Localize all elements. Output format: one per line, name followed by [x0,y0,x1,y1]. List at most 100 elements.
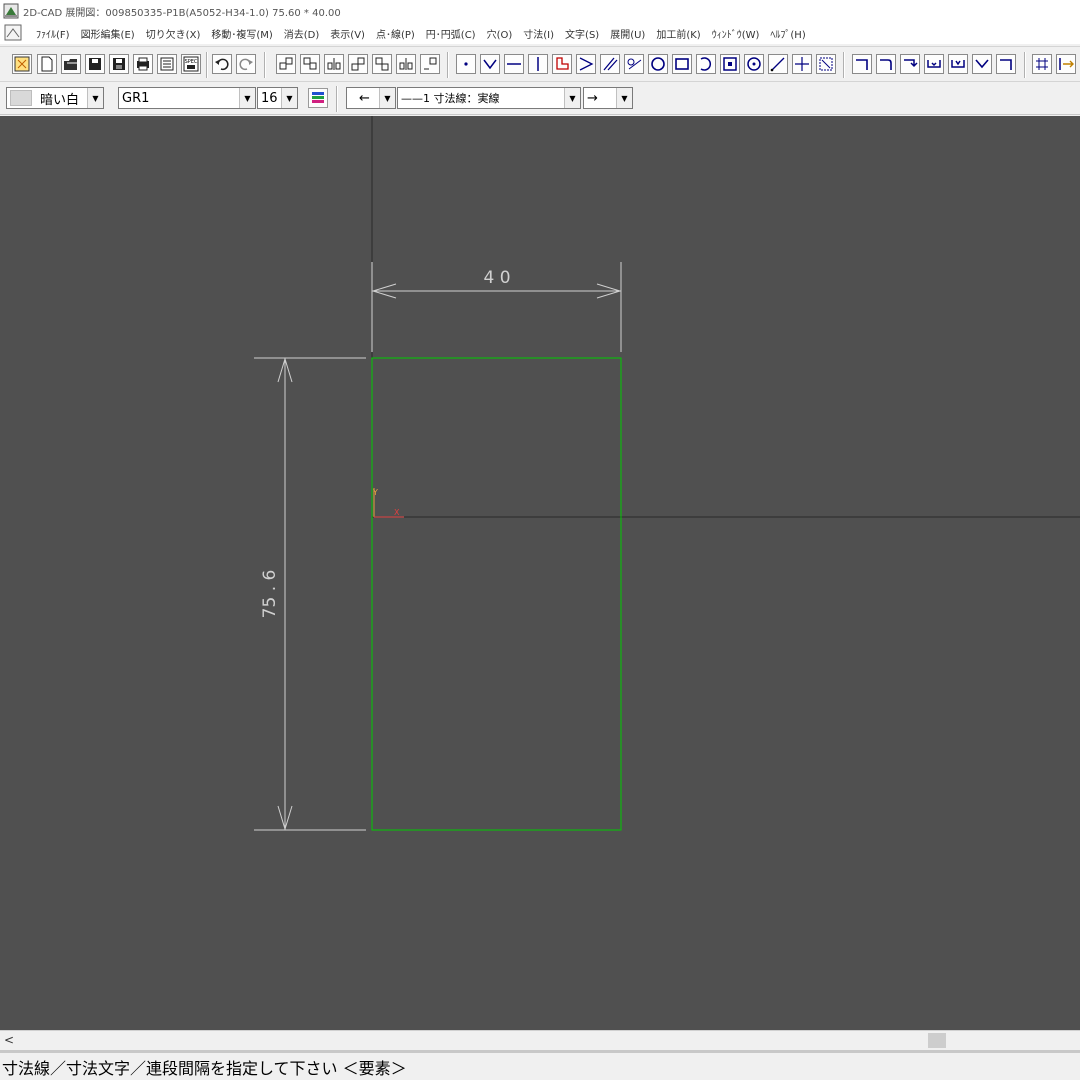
origin-y-label: Y [372,488,378,497]
v-bend-icon[interactable] [972,54,992,74]
horizontal-line-icon[interactable] [504,54,524,74]
save-as-icon[interactable] [109,54,129,74]
main-toolbar: SPEC [0,46,1080,82]
dimension-width[interactable]: 4 0 [371,262,622,352]
point-icon[interactable] [456,54,476,74]
layer-select[interactable]: GR1 ▼ [118,87,256,109]
origin-x-label: X [394,508,400,517]
copy-down-icon[interactable] [300,54,320,74]
circle-icon[interactable] [648,54,668,74]
toolbar-separator [264,52,266,78]
arrow-end-value: → [587,90,598,106]
toolbar-separator [447,52,449,78]
redo-icon[interactable] [236,54,256,74]
linetype-select[interactable]: ——1 寸法線：実線 ▼ [397,87,581,109]
title-bar: 2D-CAD 展開図：009850335-P1B(A5052-H34-1.0) … [0,0,1080,22]
move-down-icon[interactable] [372,54,392,74]
part-outline[interactable] [371,357,622,831]
open-folder-icon[interactable] [61,54,81,74]
app-logo-icon [3,3,19,19]
chevron-down-icon[interactable]: ▼ [281,88,297,108]
linetype-value: ——1 寸法線：実線 [401,92,500,105]
property-toolbar: 暗い白 ▼ GR1 ▼ 16 ▼ ← ▼ ——1 寸法線：実線 ▼ → ▼ [0,83,1080,115]
grid-snap-icon[interactable] [1032,54,1052,74]
menu-shape-edit[interactable]: 図形編集(E) [81,26,135,41]
color-swatch [10,90,32,106]
tangent-line-icon[interactable] [624,54,644,74]
menu-point-line[interactable]: 点･線(P) [376,26,415,41]
scroll-left-icon[interactable]: < [4,1033,14,1047]
corner-line-icon[interactable] [552,54,572,74]
layer-select-value: GR1 [122,90,150,106]
arc-icon[interactable] [696,54,716,74]
pen-number-select[interactable]: 16 ▼ [257,87,298,109]
round-hole-icon[interactable] [744,54,764,74]
toolbar-separator [1024,52,1026,78]
chevron-down-icon[interactable]: ▼ [87,88,103,108]
menu-file[interactable]: ﾌｧｲﾙ(F) [36,26,70,41]
bend-offset-icon[interactable] [900,54,920,74]
scrollbar-thumb[interactable] [928,1033,946,1048]
vertical-line-icon[interactable] [528,54,548,74]
arrow-end-select[interactable]: → ▼ [583,87,633,109]
undo-icon[interactable] [212,54,232,74]
extend-icon[interactable] [1056,54,1076,74]
color-select[interactable]: 暗い白 ▼ [6,87,104,109]
save-icon[interactable] [85,54,105,74]
parallel-line-icon[interactable] [600,54,620,74]
menu-text[interactable]: 文字(S) [565,26,599,41]
chevron-down-icon[interactable]: ▼ [564,88,580,108]
color-select-value: 暗い白 [40,92,80,108]
toolbar-separator [206,52,208,78]
crosshair-icon[interactable] [792,54,812,74]
diagonal-line-icon[interactable] [768,54,788,74]
menu-unfold[interactable]: 展開(U) [610,26,645,41]
print-preview-icon[interactable] [157,54,177,74]
arrow-start-select[interactable]: ← ▼ [346,87,396,109]
dimension-width-label: 4 0 [483,268,510,288]
bend-round-icon[interactable] [876,54,896,74]
chevron-down-icon[interactable]: ▼ [616,88,632,108]
polyline-icon[interactable] [480,54,500,74]
chevron-down-icon[interactable]: ▼ [379,88,395,108]
menu-move-copy[interactable]: 移動･複写(M) [211,26,272,41]
svg-text:SPEC: SPEC [185,59,198,65]
layer-manager-icon[interactable] [308,88,328,108]
chevron-down-icon[interactable]: ▼ [239,88,255,108]
menu-notch[interactable]: 切り欠き(X) [146,26,201,41]
move-up-icon[interactable] [348,54,368,74]
dimension-height[interactable]: 75 . 6 [254,357,366,831]
blank-page-icon[interactable] [37,54,57,74]
hem-down-icon[interactable] [948,54,968,74]
menu-pre-process[interactable]: 加工前(K) [656,26,700,41]
bend-right-icon[interactable] [852,54,872,74]
toolbar-separator [336,86,338,112]
document-icon[interactable] [4,24,24,42]
menu-hole[interactable]: 穴(O) [487,26,513,41]
drawing-svg[interactable]: 4 0 75 . 6 Y X [0,116,1080,1030]
menu-circle-arc[interactable]: 円･円弧(C) [426,26,476,41]
copy-up-icon[interactable] [276,54,296,74]
menu-window[interactable]: ｳｨﾝﾄﾞｳ(W) [712,26,760,41]
flange-icon[interactable] [996,54,1016,74]
menu-bar: ﾌｧｲﾙ(F) 図形編集(E) 切り欠き(X) 移動･複写(M) 消去(D) 表… [0,22,1080,44]
drawing-canvas[interactable]: 4 0 75 . 6 Y X [0,116,1080,1030]
rectangle-icon[interactable] [672,54,692,74]
pen-number-value: 16 [261,90,278,106]
menu-view[interactable]: 表示(V) [330,26,365,41]
horizontal-scrollbar[interactable]: < [0,1030,1080,1049]
menu-dimension[interactable]: 寸法(I) [523,26,554,41]
print-icon[interactable] [133,54,153,74]
window-title: 2D-CAD 展開図：009850335-P1B(A5052-H34-1.0) … [23,7,341,19]
mirror-copy-icon[interactable] [324,54,344,74]
new-file-icon[interactable] [12,54,32,74]
hem-up-icon[interactable] [924,54,944,74]
angle-line-icon[interactable] [576,54,596,74]
menu-delete[interactable]: 消去(D) [284,26,320,41]
spec-icon[interactable]: SPEC [181,54,201,74]
square-hole-icon[interactable] [720,54,740,74]
rotate-copy-icon[interactable] [420,54,440,74]
mirror-move-icon[interactable] [396,54,416,74]
menu-help[interactable]: ﾍﾙﾌﾟ(H) [770,26,805,41]
trim-icon[interactable] [816,54,836,74]
